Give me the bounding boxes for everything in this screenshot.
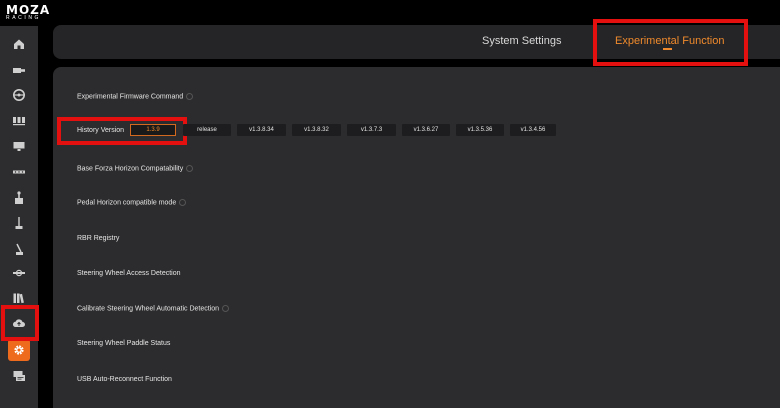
dashboard-icon[interactable] (8, 137, 30, 155)
calibrate-steering-label: Calibrate Steering Wheel Automatic Detec… (77, 305, 220, 313)
settings-highlight-box (1, 305, 39, 341)
experimental-firmware-command-label: Experimental Firmware Command (77, 93, 184, 101)
shifter-icon[interactable] (8, 189, 30, 207)
help-icon[interactable] (179, 199, 187, 206)
sequential-shifter-icon[interactable] (8, 214, 30, 232)
history-version-highlight-box (57, 117, 187, 145)
pedal-horizon-row: Pedal Horizon compatible mode (77, 199, 187, 207)
pedal-horizon-label: Pedal Horizon compatible mode (77, 199, 177, 207)
feedback-icon[interactable] (8, 367, 30, 385)
moza-logo: MOZA RACING (6, 4, 66, 21)
hub-icon[interactable] (8, 264, 30, 282)
version-button-v1-3-4-56[interactable]: v1.3.4.56 (510, 124, 556, 136)
version-button-v1-3-8-34[interactable]: v1.3.8.34 (237, 124, 286, 136)
sidebar (0, 26, 38, 408)
version-button-v1-3-5-36[interactable]: v1.3.5.36 (456, 124, 504, 136)
tab-highlight-box (593, 19, 748, 66)
paddle-status-label: Steering Wheel Paddle Status (77, 340, 171, 347)
steering-wheel-icon[interactable] (8, 86, 30, 104)
help-icon[interactable] (222, 305, 230, 312)
rbr-registry-label: RBR Registry (77, 235, 120, 242)
pedals-icon[interactable] (8, 112, 30, 130)
help-icon[interactable] (186, 93, 194, 100)
stalk-icon[interactable] (8, 240, 30, 258)
base-forza-row: Base Forza Horizon Compatability (77, 165, 194, 173)
handbrake-icon[interactable] (8, 163, 30, 181)
home-icon[interactable] (8, 35, 30, 53)
usb-reconnect-label: USB Auto-Reconnect Function (77, 376, 172, 383)
version-button-v1-3-8-32[interactable]: v1.3.8.32 (292, 124, 341, 136)
version-button-v1-3-6-27[interactable]: v1.3.6.27 (402, 124, 450, 136)
base-forza-label: Base Forza Horizon Compatability (77, 165, 184, 173)
settings-icon[interactable] (8, 339, 30, 361)
version-button-v1-3-7-3[interactable]: v1.3.7.3 (347, 124, 396, 136)
version-button-release[interactable]: release (183, 124, 231, 136)
steering-wheel-access-label: Steering Wheel Access Detection (77, 270, 181, 277)
help-icon[interactable] (186, 165, 194, 172)
calibrate-steering-row: Calibrate Steering Wheel Automatic Detec… (77, 305, 230, 313)
wheelbase-icon[interactable] (8, 61, 30, 79)
experimental-firmware-command-row: Experimental Firmware Command (77, 93, 194, 101)
logo-subtext: RACING (6, 15, 42, 21)
tab-system-settings[interactable]: System Settings (482, 25, 561, 59)
